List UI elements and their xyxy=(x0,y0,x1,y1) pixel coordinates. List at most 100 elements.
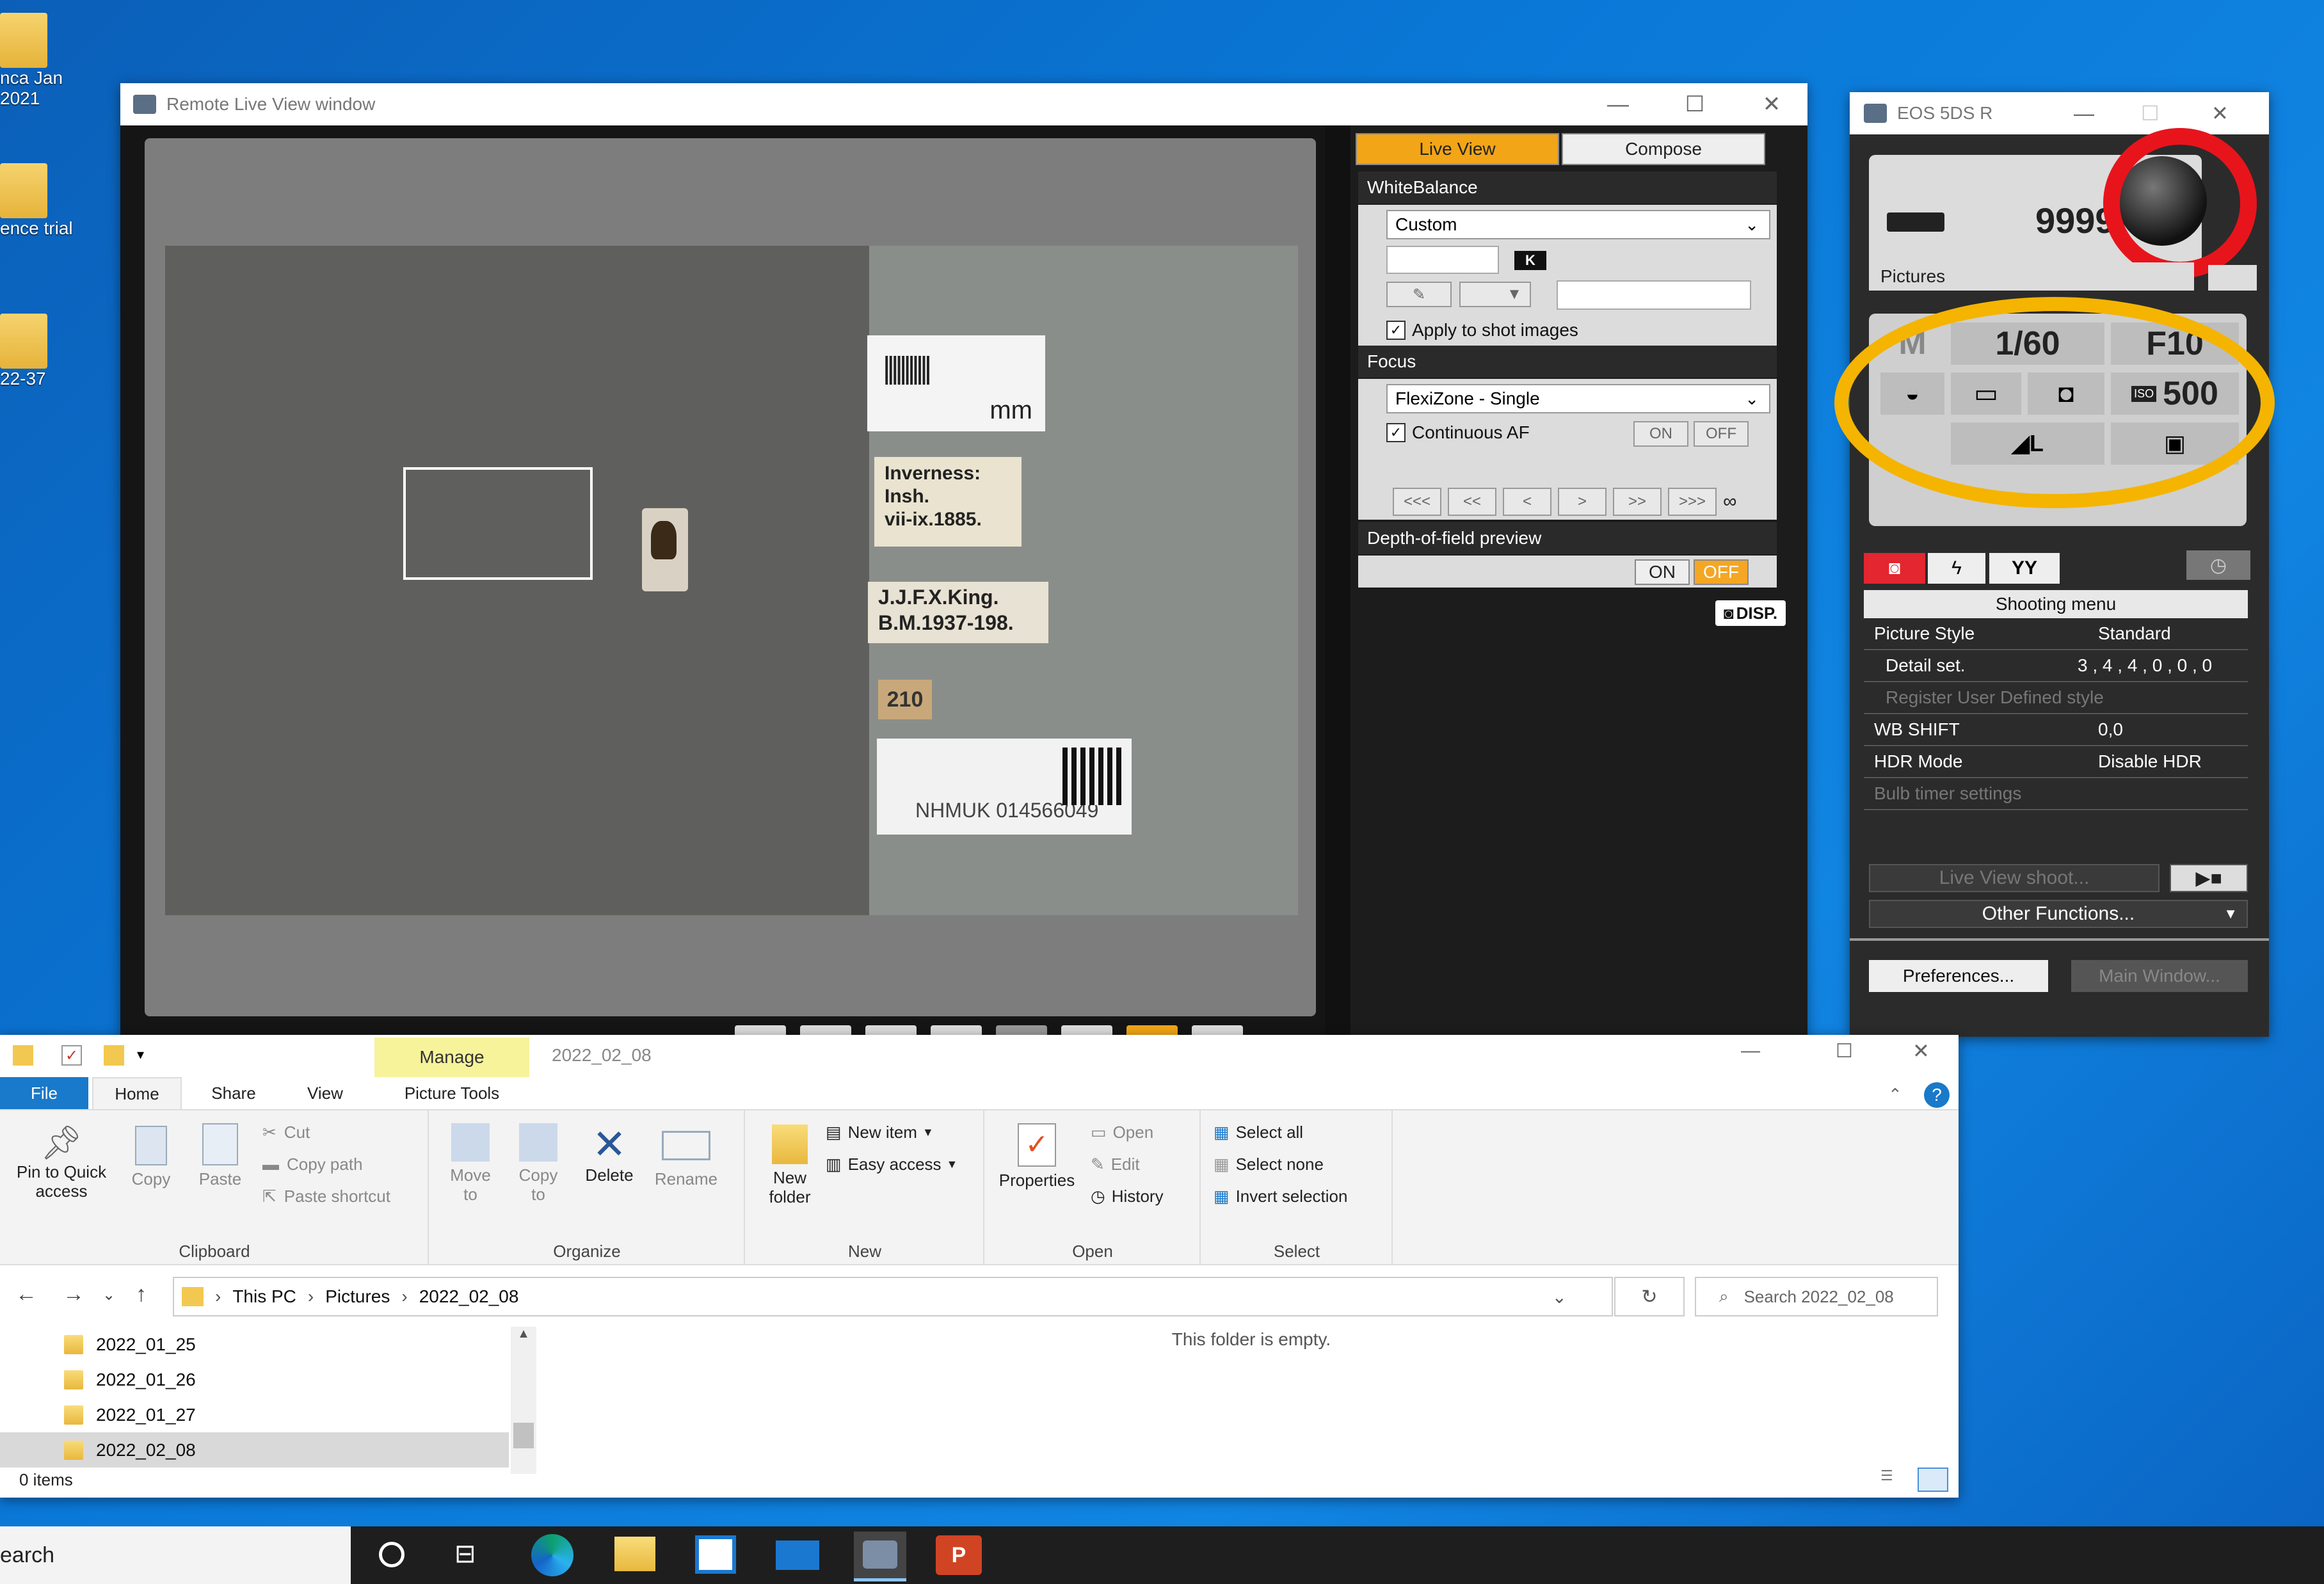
desktop-folder-icon-2[interactable]: ence trial xyxy=(0,163,90,239)
wb-sub-select[interactable]: ▼ xyxy=(1459,282,1531,307)
breadcrumb-current[interactable]: 2022_02_08 xyxy=(419,1286,519,1307)
large-icons-view-icon[interactable] xyxy=(1918,1468,1948,1492)
close-button[interactable]: ✕ xyxy=(2211,101,2229,125)
task-view-icon[interactable]: ⊟ xyxy=(454,1539,476,1569)
details-view-icon[interactable]: ☰ xyxy=(1880,1468,1906,1491)
edit-button[interactable]: ✎ Edit xyxy=(1091,1149,1140,1180)
maximize-button[interactable]: ☐ xyxy=(1663,83,1727,125)
forward-button[interactable]: → xyxy=(63,1282,84,1307)
collapse-ribbon-icon[interactable]: ⌃ xyxy=(1888,1085,1902,1105)
menu-row-wb-shift[interactable]: WB SHIFT 0,0 xyxy=(1864,714,2248,746)
breadcrumb-pictures[interactable]: Pictures xyxy=(325,1286,390,1307)
af-frame[interactable] xyxy=(403,467,593,580)
new-folder-button[interactable]: New folder xyxy=(758,1124,822,1206)
powerpoint-icon[interactable]: P xyxy=(936,1535,982,1575)
wb-value-field[interactable] xyxy=(1557,280,1751,310)
address-bar[interactable]: › This PC › Pictures › 2022_02_08 ⌄ xyxy=(173,1277,1613,1316)
help-icon[interactable]: ? xyxy=(1924,1082,1950,1108)
tree-item[interactable]: 2022_01_26 xyxy=(64,1362,196,1397)
history-button[interactable]: ◷ History xyxy=(1091,1181,1164,1212)
open-button[interactable]: ▭ Open xyxy=(1091,1117,1153,1148)
nav-scrollbar[interactable]: ▲ xyxy=(511,1327,536,1474)
recent-locations-button[interactable]: ⌄ xyxy=(102,1286,115,1304)
tab-share[interactable]: Share xyxy=(192,1077,275,1109)
cortana-icon[interactable] xyxy=(379,1542,405,1567)
continuous-af-off[interactable]: OFF xyxy=(1694,421,1749,447)
scroll-thumb[interactable] xyxy=(513,1423,534,1448)
copy-path-button[interactable]: ▬ Copy path xyxy=(262,1149,363,1180)
tab-flash[interactable]: ϟ xyxy=(1928,553,1985,584)
focus-near-1-button[interactable]: < xyxy=(1503,488,1551,516)
tab-live-view[interactable]: Live View xyxy=(1356,133,1559,165)
minimize-button[interactable]: — xyxy=(1586,83,1650,125)
menu-row-detail-set[interactable]: Detail set. 3 , 4 , 4 , 0 , 0 , 0 xyxy=(1864,650,2248,682)
continuous-af-checkbox[interactable]: ✓ Continuous AF xyxy=(1386,420,1530,445)
back-button[interactable]: ← xyxy=(15,1282,37,1307)
panel-splitter[interactable] xyxy=(1325,125,1350,1040)
kelvin-input[interactable] xyxy=(1386,246,1499,274)
paste-shortcut-button[interactable]: ⇱ Paste shortcut xyxy=(262,1181,390,1212)
properties-button[interactable]: ✓ Properties xyxy=(992,1123,1082,1190)
breadcrumb-this-pc[interactable]: This PC xyxy=(232,1286,296,1307)
tab-shooting[interactable]: ◙ xyxy=(1864,553,1925,584)
maximize-button[interactable]: ☐ xyxy=(1836,1040,1853,1062)
cut-button[interactable]: ✂ Cut xyxy=(262,1117,310,1148)
desktop-folder-icon-3[interactable]: 22-37 xyxy=(0,314,90,389)
eyedropper-button[interactable]: ✎ xyxy=(1386,282,1452,307)
edge-icon[interactable] xyxy=(531,1534,573,1576)
tree-item-selected[interactable]: 2022_02_08 xyxy=(0,1432,509,1468)
tree-item[interactable]: 2022_01_25 xyxy=(64,1327,196,1362)
select-none-button[interactable]: ▦ Select none xyxy=(1214,1149,1324,1180)
menu-row-hdr-mode[interactable]: HDR Mode Disable HDR xyxy=(1864,746,2248,778)
delete-button[interactable]: ✕ Delete xyxy=(577,1123,641,1185)
movie-button[interactable]: ▶■ xyxy=(2170,864,2248,892)
af-mode-select[interactable]: FlexiZone - Single ⌄ xyxy=(1386,384,1770,413)
focus-near-3-button[interactable]: <<< xyxy=(1393,488,1441,516)
timer-button[interactable]: ◷ xyxy=(2186,550,2250,580)
address-dropdown-icon[interactable]: ⌄ xyxy=(1552,1286,1567,1308)
minimize-button[interactable]: — xyxy=(2074,102,2094,125)
menu-row-picture-style[interactable]: Picture Style Standard xyxy=(1864,618,2248,650)
file-explorer-icon[interactable] xyxy=(614,1537,655,1571)
select-all-button[interactable]: ▦ Select all xyxy=(1214,1117,1303,1148)
search-box[interactable]: ⌕ Search 2022_02_08 xyxy=(1695,1277,1938,1316)
tab-picture-tools[interactable]: Picture Tools xyxy=(374,1077,529,1109)
focus-far-2-button[interactable]: >> xyxy=(1613,488,1662,516)
taskbar-search-box[interactable]: earch xyxy=(0,1526,351,1584)
invert-selection-button[interactable]: ▦ Invert selection xyxy=(1214,1181,1347,1212)
live-image[interactable]: ||||||||||| mm Inverness: Insh. vii-ix.1… xyxy=(165,246,1298,915)
customize-toolbar-icon[interactable]: ▾ xyxy=(137,1046,144,1063)
minimize-button[interactable]: — xyxy=(1741,1040,1760,1062)
close-button[interactable]: ✕ xyxy=(1912,1039,1930,1063)
store-icon[interactable] xyxy=(695,1535,736,1574)
paste-button[interactable]: Paste xyxy=(193,1123,247,1188)
desktop-folder-icon-1[interactable]: nca Jan 2021 xyxy=(0,13,90,109)
disp-button[interactable]: ◙ DISP. xyxy=(1715,600,1786,626)
apply-to-shot-checkbox[interactable]: ✓ Apply to shot images xyxy=(1386,319,1578,342)
up-button[interactable]: ↑ xyxy=(136,1282,147,1307)
wb-mode-select[interactable]: Custom ⌄ xyxy=(1386,210,1770,239)
preferences-button[interactable]: Preferences... xyxy=(1869,960,2048,992)
folder-select-button[interactable] xyxy=(2208,265,2257,291)
dof-on-button[interactable]: ON xyxy=(1635,559,1690,585)
refresh-button[interactable]: ↻ xyxy=(1614,1277,1685,1316)
save-folder-field[interactable]: Pictures xyxy=(1869,262,2194,291)
manage-context-tab[interactable]: Manage xyxy=(374,1037,529,1077)
mail-icon[interactable] xyxy=(776,1540,819,1570)
tab-compose[interactable]: Compose xyxy=(1562,133,1765,165)
tab-home[interactable]: Home xyxy=(92,1077,182,1109)
copy-to-button[interactable]: Copy to xyxy=(509,1123,567,1204)
other-functions-button[interactable]: Other Functions... ▼ xyxy=(1869,900,2248,928)
focus-near-2-button[interactable]: << xyxy=(1448,488,1496,516)
move-to-button[interactable]: Move to xyxy=(442,1123,499,1204)
tab-view[interactable]: View xyxy=(287,1077,364,1109)
focus-far-3-button[interactable]: >>> xyxy=(1668,488,1717,516)
close-button[interactable]: ✕ xyxy=(1740,83,1804,125)
pin-quick-access-button[interactable]: 📌︎ Pin to Quick access xyxy=(4,1123,119,1201)
tab-file[interactable]: File xyxy=(0,1077,88,1109)
eos-utility-task-icon[interactable] xyxy=(854,1532,906,1581)
dof-off-button[interactable]: OFF xyxy=(1694,559,1749,585)
new-folder-quick-icon[interactable] xyxy=(104,1045,124,1066)
copy-button[interactable]: Copy xyxy=(125,1123,177,1188)
focus-far-1-button[interactable]: > xyxy=(1558,488,1607,516)
